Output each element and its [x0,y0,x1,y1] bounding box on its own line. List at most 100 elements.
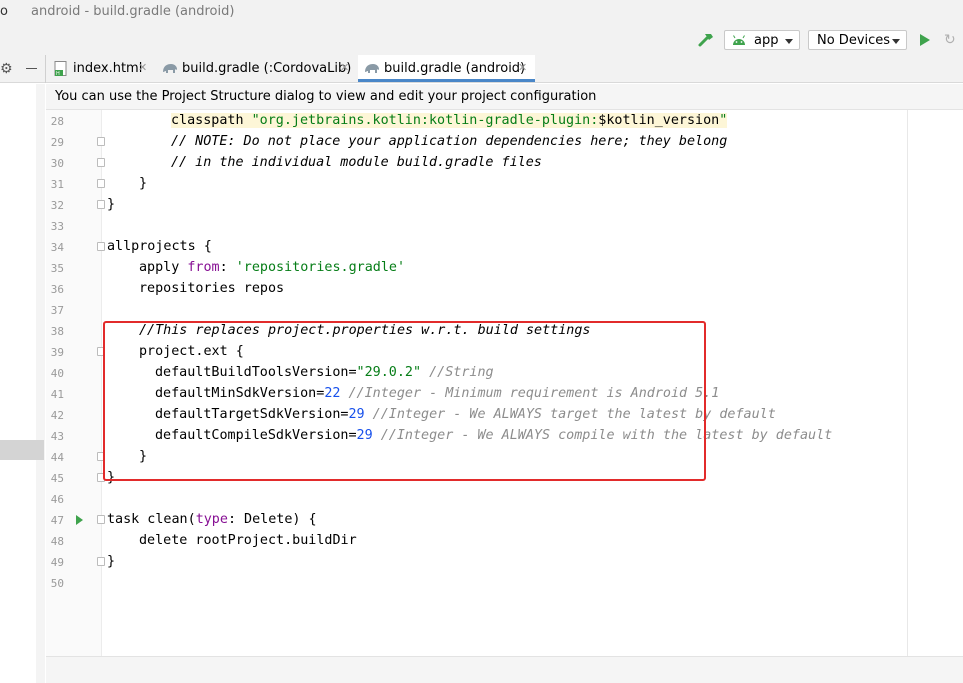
close-icon[interactable]: ✕ [138,61,147,74]
code-line: 49 } [46,552,963,573]
line-number: 43 [50,430,64,443]
code-line: 31 } [46,174,963,195]
code-line: 29 // NOTE: Do not place your applicatio… [46,132,963,153]
line-number: 35 [50,262,64,275]
window-title: android - build.gradle (android) [31,4,235,19]
app-icon: o [0,4,8,19]
fold-icon[interactable] [97,200,105,209]
code-text: } [107,197,116,212]
line-number: 29 [50,136,64,149]
line-number: 39 [50,346,64,359]
html-file-icon: H [54,61,67,77]
toolbar: app No Devices ↻ [0,27,963,55]
tab-divider [45,55,46,83]
code-comment: // NOTE: Do not place your application d… [171,134,728,149]
code-text: } [107,554,116,569]
rerun-icon[interactable]: ↻ [944,32,956,48]
line-number: 33 [50,220,64,233]
run-icon[interactable] [920,34,930,46]
run-config-label: app [754,33,779,48]
minimize-icon[interactable] [26,68,37,69]
code-param: type [195,512,228,527]
code-line: 47 task clean(type: Delete) { [46,510,963,531]
line-number: 38 [50,325,64,338]
fold-icon[interactable] [97,242,105,251]
line-number: 44 [50,451,64,464]
line-number: 28 [50,115,64,128]
gradle-elephant-icon [163,64,177,73]
code-line: 30 // in the individual module build.gra… [46,153,963,174]
line-number: 47 [50,514,64,527]
editor-bottom-bar [46,656,963,683]
fold-icon[interactable] [97,515,105,524]
android-icon [733,35,745,45]
editor-tab-bar: ⚙ H index.html ✕ build.gradle (:CordovaL… [0,55,963,83]
code-token: $kotlin_version [598,113,720,128]
tab-index-html[interactable]: H index.html ✕ [54,55,154,82]
code-text: allprojects { [107,239,212,254]
code-text: apply from: 'repositories.gradle' [139,260,405,275]
code-token: task clean( [107,512,196,527]
chevron-down-icon [892,39,900,44]
code-token: : [219,260,236,275]
code-token: classpath [171,113,252,128]
fold-icon[interactable] [97,557,105,566]
code-line: 46 [46,489,963,510]
annotation-highlight-box [103,321,706,481]
tab-build-gradle-cordovalib[interactable]: build.gradle (:CordovaLib) ✕ [162,55,354,82]
svg-text:H: H [56,71,60,77]
code-line: 50 [46,573,963,594]
tab-label: build.gradle (android) [384,61,526,76]
code-text: delete rootProject.buildDir [139,533,357,548]
tab-build-gradle-android[interactable]: build.gradle (android) ✕ [358,55,535,82]
fold-icon[interactable] [97,137,105,146]
fold-icon[interactable] [97,179,105,188]
fold-icon[interactable] [97,158,105,167]
gear-icon[interactable]: ⚙ [0,61,13,77]
close-icon[interactable]: ✕ [340,61,349,74]
code-line: 36 repositories repos [46,279,963,300]
line-number: 41 [50,388,64,401]
code-string: 'repositories.gradle' [235,260,406,275]
notice-text: You can use the Project Structure dialog… [55,89,597,104]
hammer-icon[interactable] [697,31,715,49]
line-number: 32 [50,199,64,212]
close-icon[interactable]: ✕ [518,61,527,74]
title-bar: o android - build.gradle (android) [0,0,963,28]
code-token: apply [139,260,188,275]
code-text: task clean(type: Delete) { [107,512,317,527]
line-number: 48 [50,535,64,548]
code-line: 48 delete rootProject.buildDir [46,531,963,552]
code-string: "org.jetbrains.kotlin:kotlin-gradle-plug… [251,113,599,128]
code-text: } [139,176,148,191]
panel-scroll-track [36,84,45,683]
code-line: 28 classpath "org.jetbrains.kotlin:kotli… [46,111,963,132]
panel-selection[interactable] [0,440,44,460]
line-number: 50 [50,577,64,590]
line-number: 42 [50,409,64,422]
code-param: from [187,260,220,275]
code-text: repositories repos [139,281,285,296]
line-number: 36 [50,283,64,296]
run-gutter-icon[interactable] [76,515,83,525]
code-comment: // in the individual module build.gradle… [171,155,542,170]
code-line: 34 allprojects { [46,237,963,258]
device-label: No Devices [817,33,891,48]
code-token: : Delete) { [227,512,317,527]
code-string: " [719,113,728,128]
line-number: 40 [50,367,64,380]
tab-label: index.html [73,61,143,76]
line-number: 34 [50,241,64,254]
tab-label: build.gradle (:CordovaLib) [182,61,352,76]
device-select[interactable]: No Devices [808,30,907,50]
line-number: 30 [50,157,64,170]
run-config-select[interactable]: app [724,30,800,50]
line-number: 45 [50,472,64,485]
project-panel-edge [0,84,45,683]
project-structure-notice[interactable]: You can use the Project Structure dialog… [46,84,963,110]
code-text: classpath "org.jetbrains.kotlin:kotlin-g… [171,113,728,128]
line-number: 37 [50,304,64,317]
code-line: 35 apply from: 'repositories.gradle' [46,258,963,279]
gradle-elephant-icon [365,64,379,73]
line-number: 49 [50,556,64,569]
